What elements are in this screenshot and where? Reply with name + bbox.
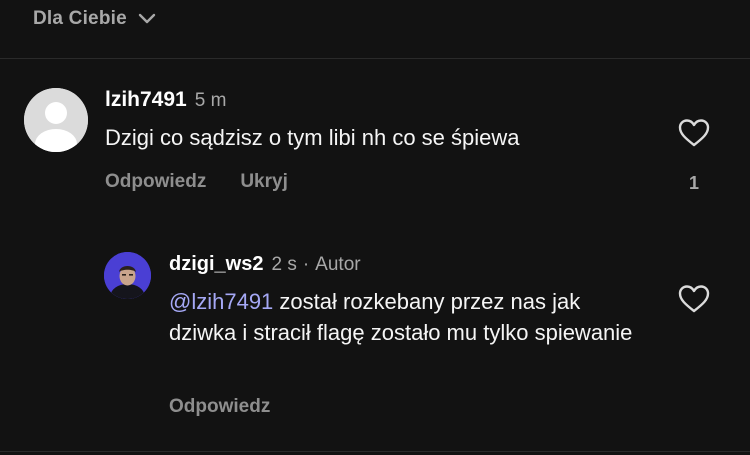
reply-timestamp: 2 s bbox=[271, 254, 297, 275]
comment-text: Dzigi co sądzisz o tym libi nh co se śpi… bbox=[105, 125, 520, 150]
reply-button[interactable]: Odpowiedz bbox=[169, 396, 270, 418]
reply-text: @lzih7491 został rozkebany przez nas jak… bbox=[169, 286, 649, 348]
like-count: 1 bbox=[689, 173, 700, 193]
author-badge: Autor bbox=[315, 254, 361, 275]
default-avatar-icon[interactable] bbox=[24, 88, 88, 152]
separator-dot: · bbox=[302, 254, 310, 275]
comment-timestamp: 5 m bbox=[194, 90, 227, 111]
comment-header: lzih7491 5 m bbox=[105, 88, 226, 112]
comment-username[interactable]: lzih7491 bbox=[105, 88, 187, 112]
comments-panel: Dla Ciebie lzih7491 5 m Dzigi co sądzisz… bbox=[0, 0, 750, 455]
hide-button[interactable]: Ukryj bbox=[240, 171, 288, 193]
reply-header: dzigi_ws2 2 s · Autor bbox=[169, 253, 361, 276]
heart-outline-icon[interactable] bbox=[678, 118, 710, 148]
reply-actions: Odpowiedz bbox=[169, 396, 270, 418]
avatar[interactable] bbox=[104, 252, 151, 299]
reply-username[interactable]: dzigi_ws2 bbox=[169, 253, 263, 276]
bottom-divider bbox=[0, 451, 750, 452]
header-divider bbox=[0, 58, 750, 59]
heart-outline-icon[interactable] bbox=[678, 284, 710, 314]
mention-link[interactable]: @lzih7491 bbox=[169, 289, 273, 314]
sort-filter-label: Dla Ciebie bbox=[33, 8, 127, 29]
comment-actions: Odpowiedz Ukryj bbox=[105, 171, 288, 193]
sort-filter-dropdown[interactable]: Dla Ciebie bbox=[33, 8, 157, 30]
reply-button[interactable]: Odpowiedz bbox=[105, 171, 206, 193]
chevron-down-icon bbox=[137, 12, 157, 26]
